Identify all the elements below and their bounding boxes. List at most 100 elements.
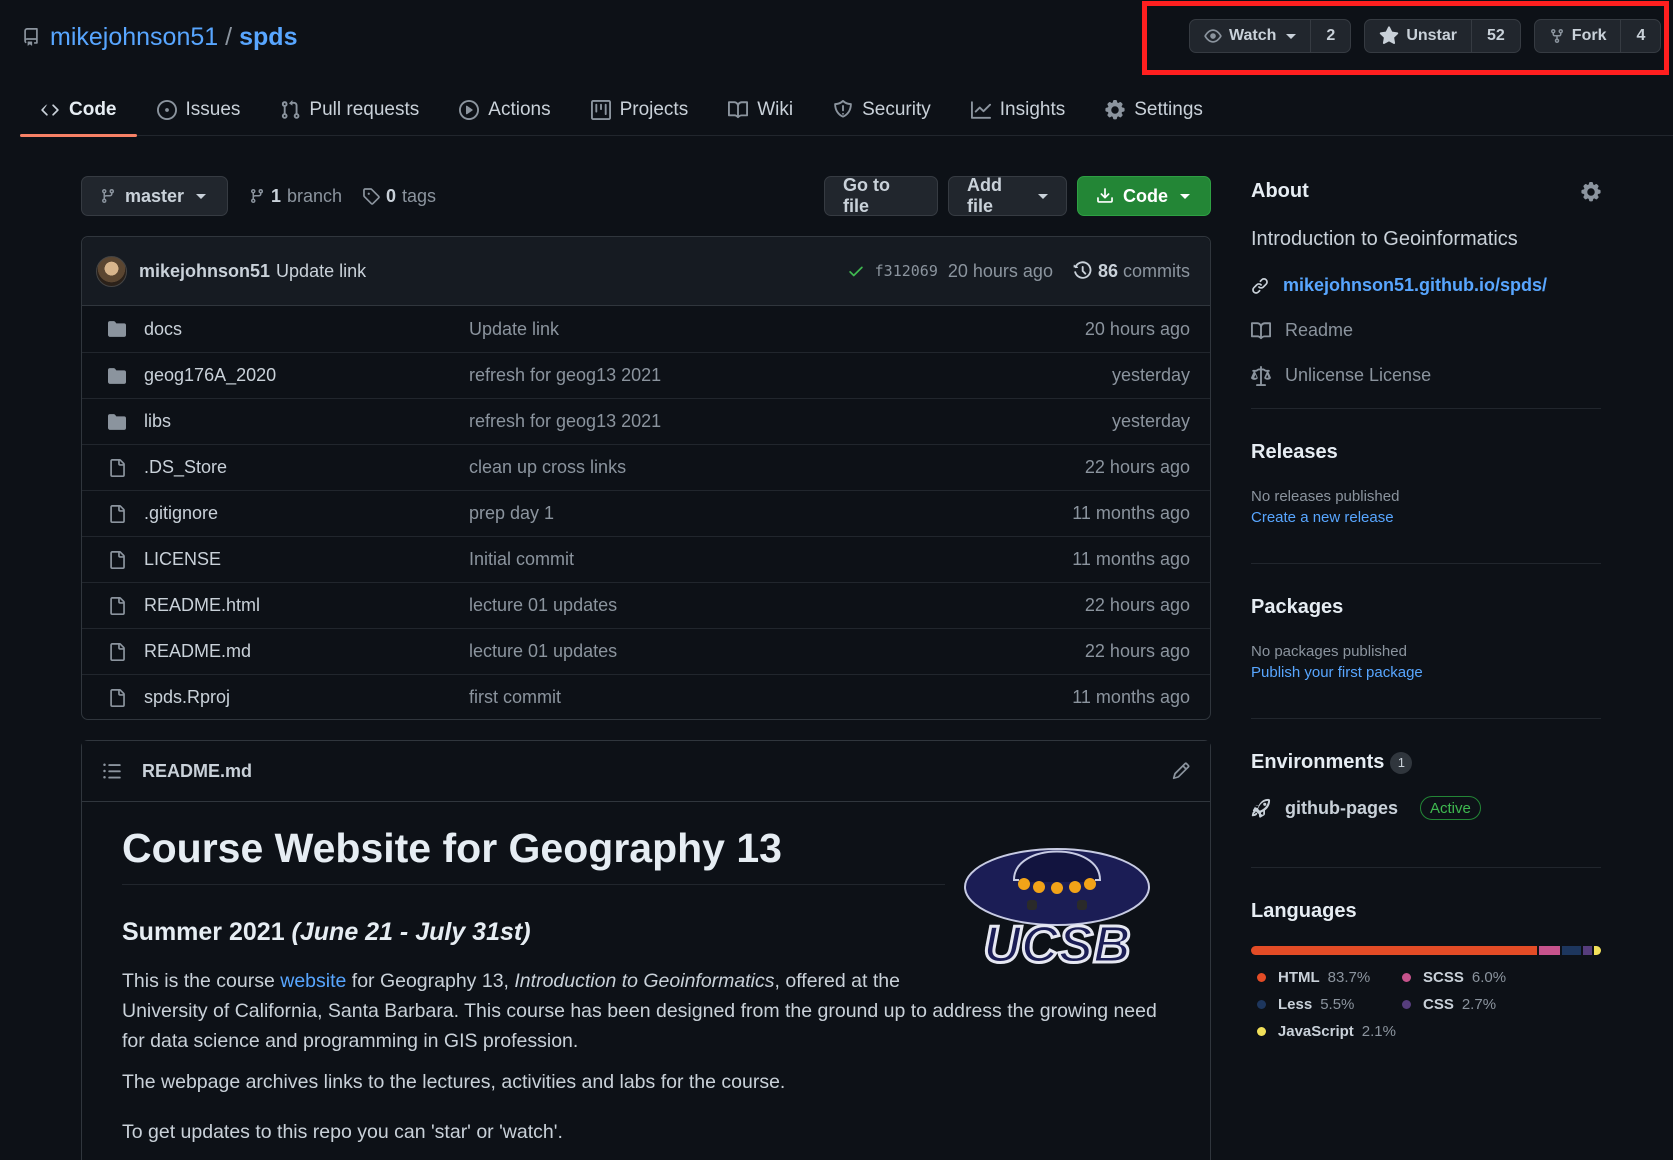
tab-label: Pull requests <box>309 99 420 120</box>
file-row[interactable]: .DS_Store clean up cross links 22 hours … <box>82 444 1210 490</box>
license-link[interactable]: Unlicense License <box>1251 365 1601 386</box>
file-commit-age: 22 hours ago <box>1084 641 1190 661</box>
avatar[interactable] <box>96 255 127 287</box>
website-link[interactable]: website <box>280 970 346 992</box>
commit-sha-link[interactable]: f312069 <box>875 262 938 280</box>
file-commit-message-link[interactable]: refresh for geog13 2021 <box>469 365 980 386</box>
folder-icon <box>108 321 126 337</box>
tab-security[interactable]: Security <box>813 84 951 136</box>
language-item[interactable]: Less 5.5% <box>1251 996 1396 1013</box>
language-item[interactable]: HTML 83.7% <box>1251 969 1396 986</box>
file-name-link[interactable]: .DS_Store <box>144 457 469 478</box>
tab-wiki[interactable]: Wiki <box>708 84 813 136</box>
file-row[interactable]: LICENSE Initial commit 11 months ago <box>82 536 1210 582</box>
file-row[interactable]: docs Update link 20 hours ago <box>82 306 1210 352</box>
languages-section: Languages HTML 83.7% SCSS 6.0% Less 5.5% CSS 2.… <box>1251 900 1601 1040</box>
file-type-cell <box>82 688 144 707</box>
language-item[interactable]: CSS 2.7% <box>1396 996 1576 1013</box>
tab-projects[interactable]: Projects <box>571 84 709 136</box>
watch-count[interactable]: 2 <box>1310 20 1350 52</box>
environments-section: Environments 1 github-pages Active <box>1251 751 1601 820</box>
pencil-icon[interactable] <box>1172 762 1190 780</box>
unstar-button[interactable]: Unstar <box>1365 20 1471 52</box>
unstar-label: Unstar <box>1406 27 1457 44</box>
repo-name-link[interactable]: spds <box>239 23 297 52</box>
fork-button[interactable]: Fork <box>1535 20 1621 52</box>
go-to-file-button[interactable]: Go to file <box>824 175 938 216</box>
repo-owner-link[interactable]: mikejohnson51 <box>50 23 218 52</box>
file-name-link[interactable]: README.md <box>144 641 469 662</box>
file-name-link[interactable]: docs <box>144 319 469 340</box>
tags-link[interactable]: 0 tags <box>362 176 436 216</box>
branches-link[interactable]: 1 branch <box>249 176 342 216</box>
publish-package-link[interactable]: Publish your first package <box>1251 664 1601 681</box>
list-unordered-icon[interactable] <box>102 761 122 781</box>
file-name-link[interactable]: .gitignore <box>144 503 469 524</box>
commit-author-link[interactable]: mikejohnson51 <box>139 261 270 282</box>
file-name-link[interactable]: geog176A_2020 <box>144 365 469 386</box>
tab-code[interactable]: Code <box>20 84 137 137</box>
tab-insights[interactable]: Insights <box>951 84 1085 136</box>
environment-status-badge: Active <box>1420 796 1481 820</box>
file-name-link[interactable]: README.html <box>144 595 469 616</box>
file-commit-age: 20 hours ago <box>1084 318 1190 339</box>
add-file-button[interactable]: Add file <box>948 175 1067 216</box>
file-row[interactable]: geog176A_2020 refresh for geog13 2021 ye… <box>82 352 1210 398</box>
language-percent: 2.7% <box>1461 996 1497 1013</box>
watch-button[interactable]: Watch <box>1190 20 1310 52</box>
language-item[interactable]: SCSS 6.0% <box>1396 969 1576 986</box>
file-commit-message-link[interactable]: prep day 1 <box>469 503 980 524</box>
file-commit-age: 11 months ago <box>1072 687 1190 707</box>
language-bar-segment <box>1251 946 1538 955</box>
fork-count[interactable]: 4 <box>1620 20 1660 52</box>
file-row[interactable]: README.html lecture 01 updates 22 hours … <box>82 582 1210 628</box>
file-row[interactable]: libs refresh for geog13 2021 yesterday <box>82 398 1210 444</box>
gear-icon <box>1105 100 1125 120</box>
file-name-link[interactable]: spds.Rproj <box>144 687 469 708</box>
file-commit-message-link[interactable]: refresh for geog13 2021 <box>469 411 980 432</box>
environments-heading[interactable]: Environments <box>1251 751 1384 774</box>
file-commit-message-link[interactable]: Initial commit <box>469 549 980 570</box>
tab-settings[interactable]: Settings <box>1085 84 1223 136</box>
commit-message-link[interactable]: Update link <box>276 261 366 282</box>
branch-select-button[interactable]: master <box>81 176 228 216</box>
branch-count: 1 <box>271 185 282 206</box>
file-name-link[interactable]: libs <box>144 411 469 432</box>
language-percent: 2.1% <box>1361 1023 1396 1040</box>
file-row[interactable]: README.md lecture 01 updates 22 hours ag… <box>82 628 1210 674</box>
check-icon[interactable] <box>847 262 865 280</box>
readme-link[interactable]: Readme <box>1251 320 1601 341</box>
tab-issues[interactable]: Issues <box>137 84 261 136</box>
commits-history-link[interactable]: 86 commits <box>1073 261 1190 282</box>
file-row[interactable]: spds.Rproj first commit 11 months ago <box>82 674 1210 720</box>
file-commit-message-link[interactable]: lecture 01 updates <box>469 641 980 662</box>
file-commit-message-link[interactable]: clean up cross links <box>469 457 980 478</box>
environment-name-link[interactable]: github-pages <box>1285 798 1398 819</box>
file-name-link[interactable]: LICENSE <box>144 549 469 570</box>
tab-actions[interactable]: Actions <box>439 84 570 136</box>
releases-heading[interactable]: Releases <box>1251 441 1601 464</box>
file-type-cell <box>82 504 144 523</box>
gear-icon[interactable] <box>1581 181 1601 202</box>
file-table: mikejohnson51 Update link f312069 20 hou… <box>81 236 1211 720</box>
language-name: Less <box>1278 996 1313 1013</box>
file-commit-message-link[interactable]: lecture 01 updates <box>469 595 980 616</box>
create-release-link[interactable]: Create a new release <box>1251 509 1601 526</box>
branch-label: branch <box>287 185 343 206</box>
file-commit-message-link[interactable]: first commit <box>469 687 980 708</box>
star-count[interactable]: 52 <box>1471 20 1520 52</box>
file-commit-message-link[interactable]: Update link <box>469 319 980 340</box>
repo-icon <box>22 26 40 48</box>
fork-label: Fork <box>1571 27 1607 44</box>
file-icon <box>110 550 125 569</box>
packages-heading[interactable]: Packages <box>1251 596 1601 619</box>
code-download-button[interactable]: Code <box>1077 176 1211 216</box>
website-link[interactable]: mikejohnson51.github.io/spds/ <box>1283 275 1547 296</box>
file-row[interactable]: .gitignore prep day 1 11 months ago <box>82 490 1210 536</box>
language-item[interactable]: JavaScript 2.1% <box>1251 1023 1396 1040</box>
website-row: mikejohnson51.github.io/spds/ <box>1251 275 1601 296</box>
tab-pull-requests[interactable]: Pull requests <box>260 84 439 136</box>
file-type-cell <box>82 596 144 615</box>
file-commit-age: yesterday <box>1111 365 1190 385</box>
tab-label: Projects <box>619 99 689 120</box>
